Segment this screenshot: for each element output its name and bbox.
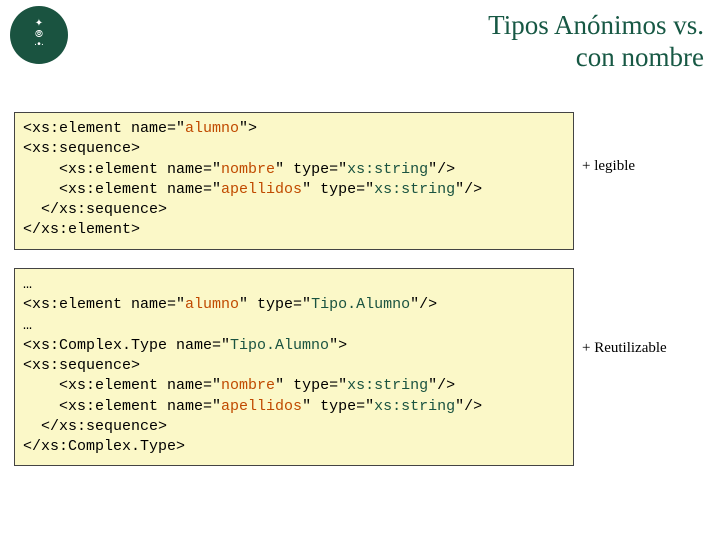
c2-l0: … <box>23 276 32 293</box>
caption-reutilizable: + Reutilizable <box>582 268 667 357</box>
c2-l4: <xs:sequence> <box>23 357 140 374</box>
c2-l2: … <box>23 317 32 334</box>
slide-title: Tipos Anónimos vs. con nombre <box>488 10 704 74</box>
c1-l5: </xs:sequence> <box>23 201 167 218</box>
c1-l1a: <xs:element name=" <box>23 120 185 137</box>
c1-l3a: <xs:element name=" <box>23 161 221 178</box>
c2-l6e: "/> <box>455 398 482 415</box>
c2-l8: </xs:Complex.Type> <box>23 438 185 455</box>
c1-l3c: " type=" <box>275 161 347 178</box>
c2-l6d: xs:string <box>374 398 455 415</box>
c1-l4b: apellidos <box>221 181 302 198</box>
title-line-2: con nombre <box>576 42 704 72</box>
c1-l2: <xs:sequence> <box>23 140 140 157</box>
caption-legible: + legible <box>582 112 635 175</box>
c2-l1e: "/> <box>410 296 437 313</box>
code-named: … <xs:element name="alumno" type="Tipo.A… <box>14 268 574 466</box>
c2-l6b: apellidos <box>221 398 302 415</box>
c1-l4c: " type=" <box>302 181 374 198</box>
c2-l1d: Tipo.Alumno <box>311 296 410 313</box>
title-line-1: Tipos Anónimos vs. <box>488 10 704 40</box>
c2-l5d: xs:string <box>347 377 428 394</box>
c2-l1a: <xs:element name=" <box>23 296 185 313</box>
c2-l3b: Tipo.Alumno <box>230 337 329 354</box>
logo-inner: ✦⦾·•· <box>34 19 44 51</box>
c1-l3d: xs:string <box>347 161 428 178</box>
c2-l5b: nombre <box>221 377 275 394</box>
c2-l1b: alumno <box>185 296 239 313</box>
c1-l1b: alumno <box>185 120 239 137</box>
c2-l5e: "/> <box>428 377 455 394</box>
c1-l4d: xs:string <box>374 181 455 198</box>
c2-l6a: <xs:element name=" <box>23 398 221 415</box>
c2-l5a: <xs:element name=" <box>23 377 221 394</box>
example-named-row: … <xs:element name="alumno" type="Tipo.A… <box>14 268 710 466</box>
c2-l3a: <xs:Complex.Type name=" <box>23 337 230 354</box>
c1-l3b: nombre <box>221 161 275 178</box>
c1-l3e: "/> <box>428 161 455 178</box>
c2-l5c: " type=" <box>275 377 347 394</box>
c1-l4e: "/> <box>455 181 482 198</box>
c1-l6: </xs:element> <box>23 221 140 238</box>
code-anonymous: <xs:element name="alumno"> <xs:sequence>… <box>14 112 574 250</box>
c2-l7: </xs:sequence> <box>23 418 167 435</box>
c2-l6c: " type=" <box>302 398 374 415</box>
example-anonymous-row: <xs:element name="alumno"> <xs:sequence>… <box>14 112 710 250</box>
c2-l1c: " type=" <box>239 296 311 313</box>
university-logo: ✦⦾·•· <box>10 6 68 64</box>
c2-l3c: "> <box>329 337 347 354</box>
c1-l1c: "> <box>239 120 257 137</box>
c1-l4a: <xs:element name=" <box>23 181 221 198</box>
